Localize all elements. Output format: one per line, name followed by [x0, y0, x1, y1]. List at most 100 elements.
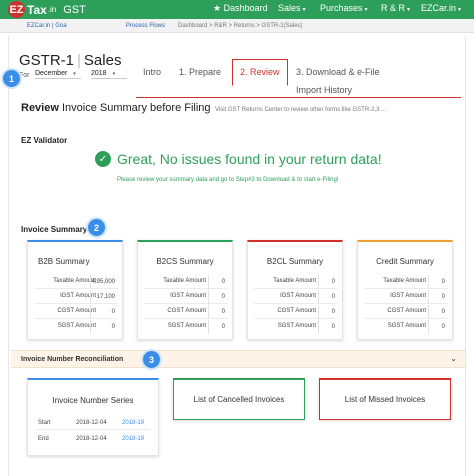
b2cs-summary-card[interactable]: B2CS Summary Taxable Amount 0 IGST Amount… — [137, 240, 233, 340]
validator-message-text: Great, No issues found in your return da… — [117, 151, 382, 167]
returns-center-note[interactable]: Visit GST Returns Center to review other… — [215, 107, 386, 113]
summary-row: CGST Amount 0 — [364, 305, 448, 319]
validator-subtext: Please review your summary data and go t… — [117, 177, 339, 183]
row-label: End — [38, 436, 49, 442]
chevron-down-icon: ▾ — [302, 7, 306, 13]
validator-message: ✓ Great, No issues found in your return … — [95, 151, 382, 167]
tab-review[interactable]: 2. Review — [232, 59, 288, 86]
card-title: List of Missed Invoices — [344, 395, 426, 404]
nav-rr[interactable]: R & R ▾ — [381, 3, 410, 13]
row-value: 0 — [318, 290, 338, 304]
row-label: Taxable Amount — [163, 278, 206, 284]
account-selector[interactable]: EZCar.in | Goa — [27, 23, 67, 29]
nav-sales-label: Sales — [278, 3, 301, 13]
logo-badge: EZ — [8, 1, 25, 18]
tab-intro[interactable]: Intro — [136, 60, 168, 84]
row-value: 17,100 — [90, 290, 118, 304]
tab-underline — [136, 97, 461, 98]
card-title: B2CL Summary — [266, 257, 324, 266]
missed-invoices-card[interactable]: List of Missed Invoices — [319, 378, 451, 420]
step-marker-3: 3 — [143, 351, 160, 368]
period-label: For — [19, 72, 30, 79]
summary-row: Taxable Amount 4,95,000 — [34, 275, 118, 289]
row-value: 0 — [318, 275, 338, 289]
fy-link[interactable]: 2018-19 — [122, 436, 144, 442]
card-title: Credit Summary — [376, 257, 434, 266]
summary-row: SGST Amount 0 — [364, 320, 448, 334]
nav-dashboard[interactable]: ★ Dashboard — [213, 3, 268, 14]
card-title: B2B Summary — [38, 257, 90, 266]
nav-dashboard-label: Dashboard — [223, 3, 268, 13]
review-heading: Review Invoice Summary before Filing — [21, 102, 211, 114]
breadcrumb: Dashboard > R&R > Returns > GSTR-1(Sales… — [178, 23, 303, 29]
row-value: 0 — [428, 320, 448, 334]
series-row: End 2018-12-04 2018-19 — [36, 432, 150, 446]
title-divider: | — [77, 52, 81, 69]
chevron-down-icon[interactable]: ⌄ — [450, 354, 457, 363]
row-label: Start — [38, 420, 51, 426]
b2cl-summary-card[interactable]: B2CL Summary Taxable Amount 0 IGST Amount… — [247, 240, 343, 340]
tab-import-history[interactable]: Import History — [289, 83, 359, 97]
row-value: 0 — [208, 275, 228, 289]
credit-summary-card[interactable]: Credit Summary Taxable Amount 0 IGST Amou… — [357, 240, 453, 340]
step-marker-2: 2 — [88, 219, 105, 236]
month-select[interactable]: December ▾ — [35, 70, 81, 79]
summary-row: Taxable Amount 0 — [254, 275, 338, 289]
row-label: IGST Amount — [280, 293, 316, 299]
series-row: Start 2018-12-04 2018-19 — [36, 416, 150, 430]
card-title: Invoice Number Series — [52, 396, 134, 405]
validator-title: EZ Validator — [21, 136, 68, 145]
summary-row: CGST Amount 0 — [34, 305, 118, 319]
summary-row: SGST Amount 0 — [144, 320, 228, 334]
logo-gst-text: GST — [63, 3, 86, 16]
row-date: 2018-12-04 — [76, 436, 107, 442]
logo-tax-text: Tax — [27, 2, 47, 17]
row-label: CGST Amount — [277, 308, 316, 314]
row-label: SGST Amount — [277, 323, 316, 329]
tab-prepare[interactable]: 1. Prepare — [172, 60, 228, 84]
gstr1-page: GSTR-1 | Sales For December ▾ 2018 ▾ 1 Intro… — [3, 36, 466, 476]
page-title: GSTR-1 | Sales — [19, 52, 121, 69]
summary-row: SGST Amount 0 — [34, 320, 118, 334]
summary-row: Taxable Amount 0 — [364, 275, 448, 289]
row-value: 0 — [428, 305, 448, 319]
review-heading-text: Invoice Summary before Filing — [61, 102, 211, 114]
row-value: 0 — [318, 320, 338, 334]
nav-ezcar[interactable]: EZCar.in ▾ — [421, 3, 461, 13]
process-flows-link[interactable]: Process Flows — [126, 23, 165, 29]
tab-download-efile[interactable]: 3. Download & e-File — [289, 60, 387, 84]
chevron-down-icon: ▾ — [458, 7, 462, 13]
summary-row: SGST Amount 0 — [254, 320, 338, 334]
row-value: 0 — [318, 305, 338, 319]
step-marker-1: 1 — [3, 70, 20, 87]
row-value: 0 — [208, 320, 228, 334]
invoice-series-card[interactable]: Invoice Number Series Start 2018-12-04 2… — [27, 378, 159, 456]
row-value: 0 — [208, 305, 228, 319]
card-title: List of Cancelled Invoices — [193, 395, 285, 404]
row-label: IGST Amount — [170, 293, 206, 299]
breadcrumb-bar: EZCar.in | Goa Process Flows Dashboard >… — [0, 19, 474, 33]
review-heading-bold: Review — [21, 102, 59, 114]
nav-purchases[interactable]: Purchases ▾ — [320, 3, 368, 13]
check-circle-icon: ✓ — [95, 151, 111, 167]
ez-tax-logo[interactable]: EZ Tax .in GST — [8, 1, 86, 18]
b2b-summary-card[interactable]: B2B Summary Taxable Amount 4,95,000 IGST … — [27, 240, 123, 340]
logo-in-text: .in — [47, 5, 57, 14]
nav-sales[interactable]: Sales ▾ — [278, 3, 306, 13]
top-navbar: EZ Tax .in GST ★ Dashboard Sales ▾ Purcha… — [0, 0, 474, 19]
row-value: 0 — [90, 320, 118, 334]
star-icon: ★ — [213, 3, 222, 13]
chevron-down-icon: ▾ — [112, 71, 116, 77]
cancelled-invoices-card[interactable]: List of Cancelled Invoices — [173, 378, 305, 420]
row-value: 0 — [90, 305, 118, 319]
reconciliation-title: Invoice Number Reconciliation — [21, 356, 124, 363]
nav-rr-label: R & R — [381, 3, 406, 13]
fy-link[interactable]: 2018-19 — [122, 420, 144, 426]
chevron-down-icon: ▾ — [407, 7, 411, 13]
workflow-tabs: Intro 1. Prepare 2. Review 3. Download &… — [136, 50, 461, 96]
year-select[interactable]: 2018 ▾ — [91, 70, 127, 79]
row-value: 0 — [428, 275, 448, 289]
reconciliation-header[interactable]: Invoice Number Reconciliation ⌄ — [11, 350, 465, 368]
chevron-down-icon: ▾ — [364, 7, 368, 13]
invoice-summary-title: Invoice Summary — [21, 225, 88, 234]
